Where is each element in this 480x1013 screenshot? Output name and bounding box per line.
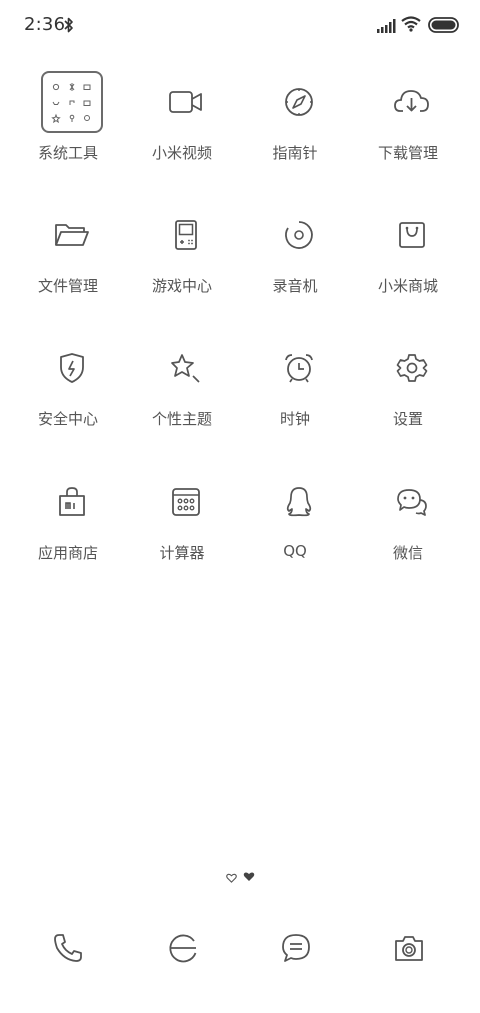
app-app-store[interactable]: 应用商店: [18, 470, 118, 570]
app-themes[interactable]: 个性主题: [132, 336, 232, 436]
camera-icon: [393, 933, 425, 967]
open-folder-icon: [40, 203, 104, 267]
compass-icon: [267, 70, 331, 134]
app-label: 安全中心: [37, 410, 98, 428]
app-mi-video[interactable]: 小米视频: [132, 70, 232, 170]
app-label: QQ: [283, 542, 307, 560]
gear-icon: [380, 336, 444, 400]
gameboy-icon: [154, 203, 218, 267]
app-label: 小米视频: [151, 144, 212, 162]
app-label: 时钟: [279, 410, 310, 428]
wifi-icon: [401, 16, 421, 36]
app-label: 微信: [392, 544, 423, 562]
signal-icon: [377, 18, 397, 37]
app-clock[interactable]: 时钟: [245, 336, 345, 436]
app-label: 录音机: [272, 277, 318, 295]
alarm-clock-icon: [267, 336, 331, 400]
folder-icon: [40, 70, 104, 134]
battery-icon: [428, 17, 460, 37]
shield-lightning-icon: [40, 336, 104, 400]
app-label: 个性主题: [151, 410, 212, 428]
page-indicator: [0, 865, 480, 883]
penguin-icon: [267, 470, 331, 534]
app-wechat[interactable]: 微信: [358, 470, 458, 570]
app-label: 应用商店: [37, 544, 98, 562]
app-label: 计算器: [159, 544, 205, 562]
chat-bubbles-icon: [380, 470, 444, 534]
app-settings[interactable]: 设置: [358, 336, 458, 436]
bluetooth-icon: [64, 16, 74, 38]
video-camera-icon: [154, 70, 218, 134]
app-label: 系统工具: [37, 144, 98, 162]
app-compass[interactable]: 指南针: [245, 70, 345, 170]
app-recorder[interactable]: 录音机: [245, 203, 345, 303]
dock-browser[interactable]: [155, 922, 211, 978]
dock-messages[interactable]: [268, 922, 324, 978]
shopping-bag-icon: [380, 203, 444, 267]
phone-icon: [52, 932, 84, 968]
home-heart-outline-icon[interactable]: [226, 868, 237, 887]
app-label: 设置: [392, 410, 423, 428]
mi-bag-icon: [40, 470, 104, 534]
star-brush-icon: [154, 336, 218, 400]
calculator-icon: [154, 470, 218, 534]
app-game-center[interactable]: 游戏中心: [132, 203, 232, 303]
status-bar: 2:36: [0, 0, 480, 54]
app-label: 游戏中心: [151, 277, 212, 295]
page-heart-filled-icon[interactable]: [243, 867, 255, 886]
record-disc-icon: [267, 203, 331, 267]
browser-icon: [167, 932, 199, 968]
app-label: 下载管理: [377, 144, 438, 162]
cloud-download-icon: [380, 70, 444, 134]
dock: [0, 922, 480, 978]
app-mi-store[interactable]: 小米商城: [358, 203, 458, 303]
app-downloads[interactable]: 下载管理: [358, 70, 458, 170]
app-qq[interactable]: QQ: [245, 470, 345, 570]
app-label: 小米商城: [377, 277, 438, 295]
app-label: 文件管理: [37, 277, 98, 295]
dock-camera[interactable]: [381, 922, 437, 978]
app-system-tools-folder[interactable]: 系统工具: [18, 70, 118, 170]
app-calculator[interactable]: 计算器: [132, 470, 232, 570]
dock-phone[interactable]: [40, 922, 96, 978]
app-file-manager[interactable]: 文件管理: [18, 203, 118, 303]
status-time: 2:36: [24, 14, 66, 35]
message-icon: [280, 932, 312, 968]
app-label: 指南针: [272, 144, 318, 162]
app-security-center[interactable]: 安全中心: [18, 336, 118, 436]
